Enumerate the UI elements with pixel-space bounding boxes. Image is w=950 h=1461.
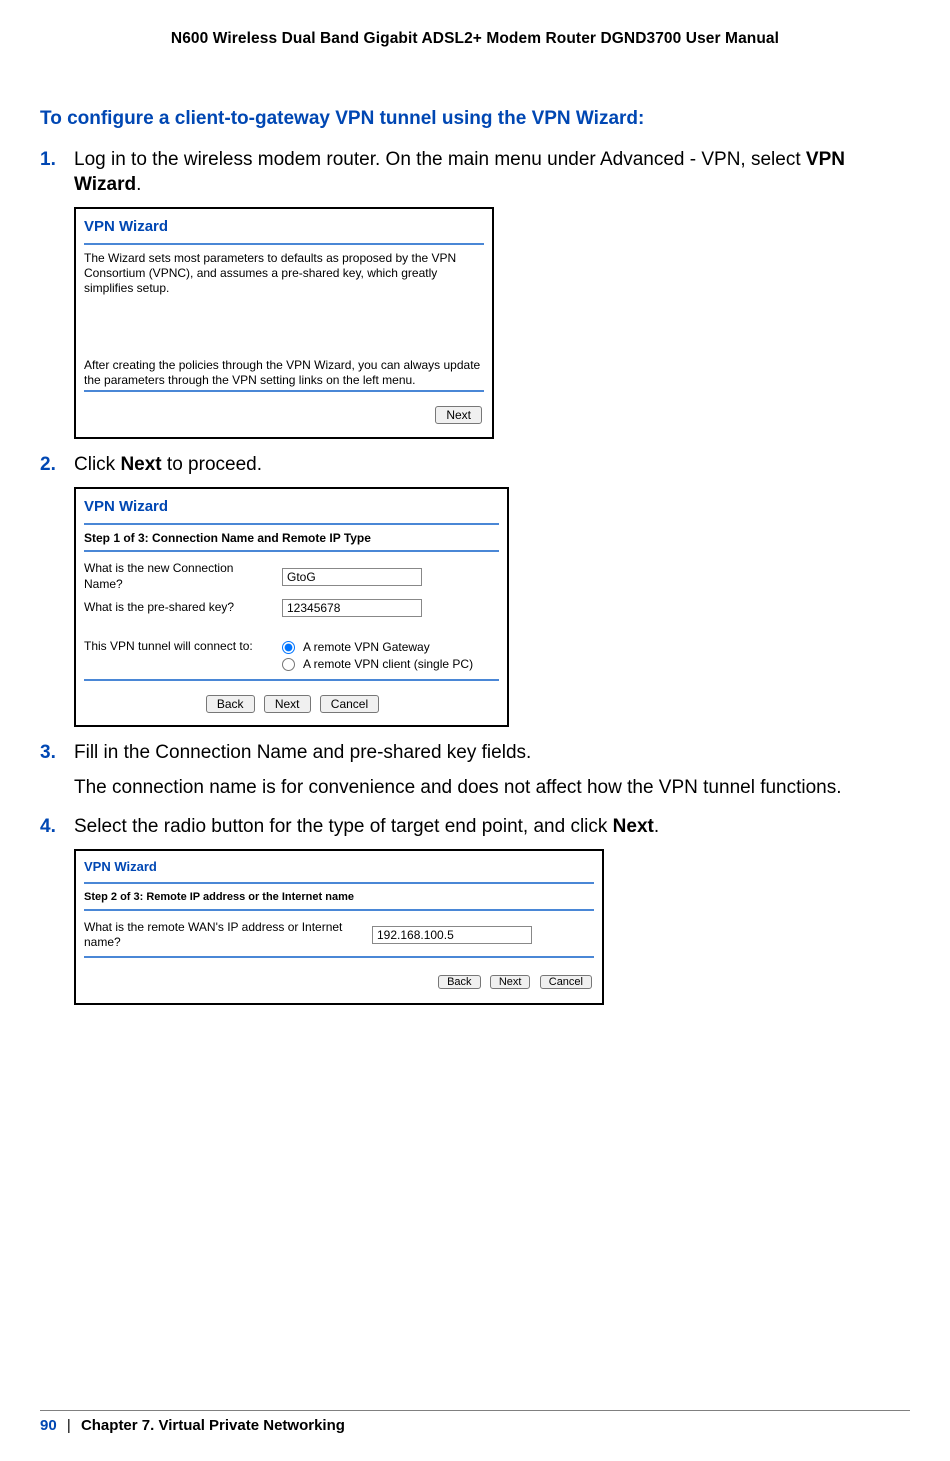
back-button[interactable]: Back <box>438 975 480 989</box>
step-4: 4. Select the radio button for the type … <box>40 815 910 1005</box>
back-button[interactable]: Back <box>206 695 255 713</box>
separator <box>84 523 499 525</box>
separator <box>84 243 484 245</box>
page-footer: 90 | Chapter 7. Virtual Private Networki… <box>40 1410 910 1434</box>
screenshot-vpn-wizard-step2: VPN Wizard Step 2 of 3: Remote IP addres… <box>74 849 604 1004</box>
label-remote-wan-ip: What is the remote WAN's IP address or I… <box>84 917 372 954</box>
separator <box>84 679 499 681</box>
step-number: 4. <box>40 815 56 840</box>
separator <box>84 956 594 958</box>
step-bold: Next <box>613 816 654 837</box>
cancel-button[interactable]: Cancel <box>320 695 379 713</box>
step-3: 3. Fill in the Connection Name and pre-s… <box>40 741 910 800</box>
preshared-key-input[interactable] <box>282 599 422 617</box>
step-text: Fill in the Connection Name and pre-shar… <box>74 742 531 763</box>
step-text: Click <box>74 454 120 475</box>
step-paragraph: The connection name is for convenience a… <box>74 776 910 801</box>
remote-wan-ip-input[interactable] <box>372 926 532 944</box>
wizard-intro-text-1: The Wizard sets most parameters to defau… <box>84 251 484 296</box>
cancel-button[interactable]: Cancel <box>540 975 592 989</box>
label-tunnel-connect-to: This VPN tunnel will connect to: <box>84 636 282 677</box>
next-button[interactable]: Next <box>435 406 482 424</box>
footer-separator: | <box>67 1417 71 1434</box>
section-heading: To configure a client-to-gateway VPN tun… <box>40 108 910 130</box>
wizard-step-label: Step 2 of 3: Remote IP address or the In… <box>84 890 594 904</box>
step-number: 3. <box>40 741 56 766</box>
radio-label-gateway: A remote VPN Gateway <box>303 640 430 656</box>
next-button[interactable]: Next <box>264 695 311 713</box>
wizard-title: VPN Wizard <box>84 857 594 880</box>
step-number: 2. <box>40 453 56 478</box>
separator <box>84 550 499 552</box>
step-bold: Next <box>120 454 161 475</box>
radio-remote-client[interactable] <box>282 658 295 671</box>
radio-label-client: A remote VPN client (single PC) <box>303 657 473 673</box>
wizard-intro-text-2: After creating the policies through the … <box>84 358 484 388</box>
separator <box>84 909 594 911</box>
connection-name-input[interactable] <box>282 568 422 586</box>
label-preshared-key: What is the pre-shared key? <box>84 596 282 620</box>
label-connection-name: What is the new Connection Name? <box>84 558 282 595</box>
step-number: 1. <box>40 148 56 173</box>
radio-remote-gateway[interactable] <box>282 641 295 654</box>
page-number: 90 <box>40 1417 57 1434</box>
running-header: N600 Wireless Dual Band Gigabit ADSL2+ M… <box>40 30 910 48</box>
screenshot-vpn-wizard-step1: VPN Wizard Step 1 of 3: Connection Name … <box>74 487 509 727</box>
separator <box>84 882 594 884</box>
chapter-label: Chapter 7. Virtual Private Networking <box>81 1417 345 1434</box>
step-2: 2. Click Next to proceed. VPN Wizard Ste… <box>40 453 910 728</box>
wizard-title: VPN Wizard <box>84 215 484 241</box>
next-button[interactable]: Next <box>490 975 531 989</box>
screenshot-vpn-wizard-intro: VPN Wizard The Wizard sets most paramete… <box>74 207 494 438</box>
step-text-b: . <box>136 174 141 195</box>
step-text: Log in to the wireless modem router. On … <box>74 149 806 170</box>
wizard-step-label: Step 1 of 3: Connection Name and Remote … <box>84 531 499 547</box>
separator <box>84 390 484 392</box>
step-text-b: to proceed. <box>162 454 262 475</box>
step-text: Select the radio button for the type of … <box>74 816 613 837</box>
step-text-b: . <box>654 816 659 837</box>
wizard-title: VPN Wizard <box>84 495 499 521</box>
step-1: 1. Log in to the wireless modem router. … <box>40 148 910 439</box>
